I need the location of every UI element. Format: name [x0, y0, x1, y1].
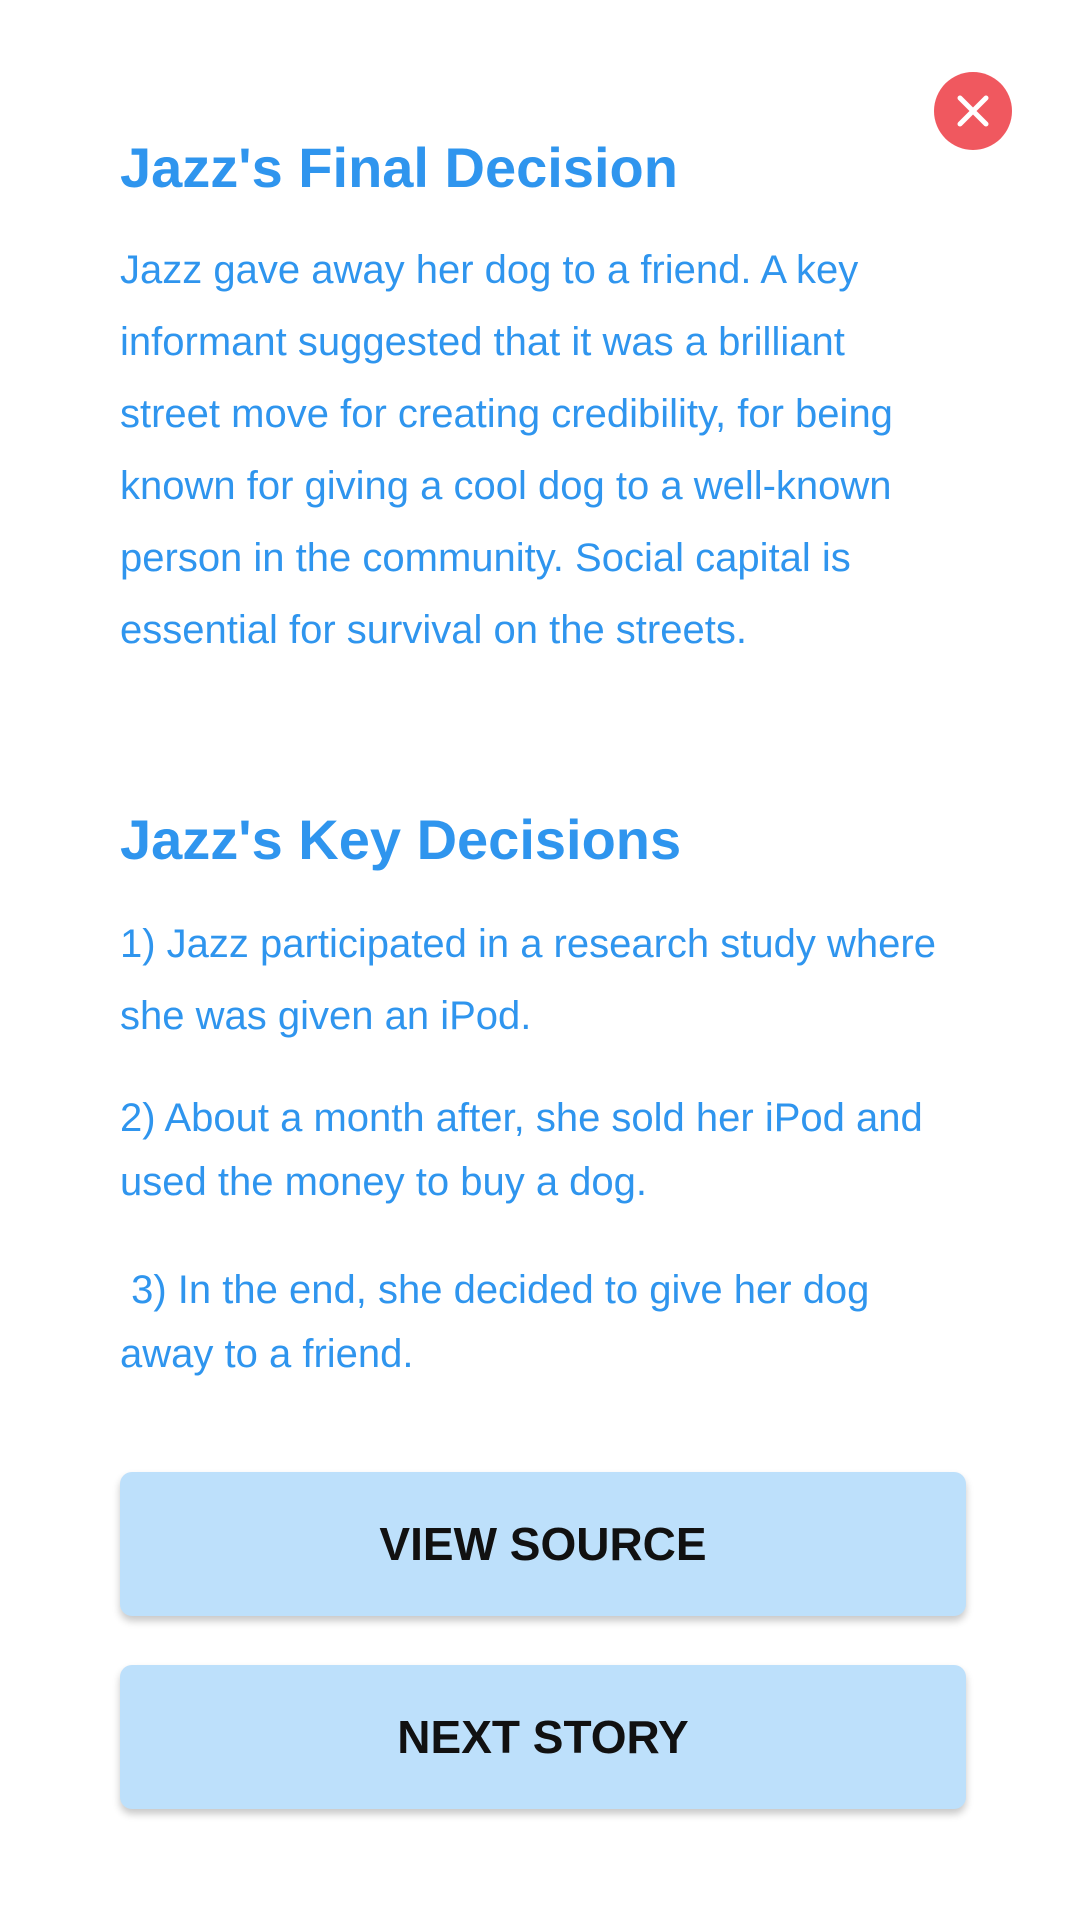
final-decision-title: Jazz's Final Decision	[120, 136, 678, 199]
key-decisions-title: Jazz's Key Decisions	[120, 808, 682, 871]
view-source-button[interactable]: VIEW SOURCE	[120, 1472, 966, 1616]
close-button[interactable]	[934, 72, 1012, 150]
close-icon	[957, 95, 989, 127]
next-story-button[interactable]: NEXT STORY	[120, 1665, 966, 1809]
key-decision-item: 2) About a month after, she sold her iPo…	[120, 1096, 934, 1204]
key-decision-item: 3) In the end, she decided to give her d…	[120, 1268, 881, 1376]
key-decision-item: 1) Jazz participated in a research study…	[120, 922, 948, 1038]
final-decision-text: Jazz gave away her dog to a friend. A ke…	[120, 248, 893, 652]
